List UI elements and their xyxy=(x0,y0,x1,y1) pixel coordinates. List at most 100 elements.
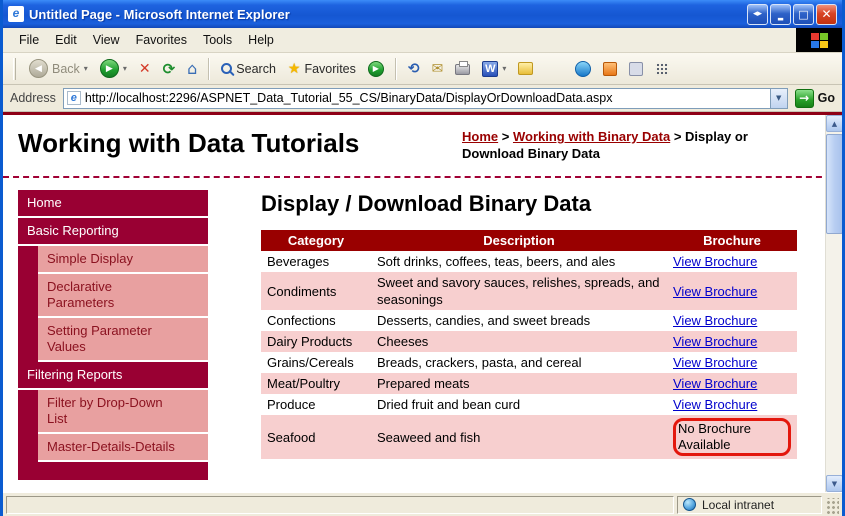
calculator-button[interactable] xyxy=(624,56,648,82)
go-icon: → xyxy=(795,89,814,108)
favorites-button[interactable]: ★ Favorites xyxy=(283,56,361,82)
menu-bar: File Edit View Favorites Tools Help xyxy=(3,28,842,53)
media-button[interactable]: ▶ xyxy=(363,56,389,82)
search-button[interactable]: Search xyxy=(216,56,281,82)
description-cell: Cheeses xyxy=(371,331,667,352)
category-cell: Condiments xyxy=(261,272,371,310)
close-button[interactable]: ✕ xyxy=(816,4,837,25)
brochure-table: Category Description Brochure Beverages … xyxy=(261,230,797,459)
history-icon: ⟲ xyxy=(408,61,420,77)
back-label: Back xyxy=(52,62,80,76)
print-button[interactable] xyxy=(450,56,475,82)
address-field: e ▼ xyxy=(63,88,788,109)
back-button[interactable]: ◀ Back ▾ xyxy=(24,56,93,82)
table-row: Confections Desserts, candies, and sweet… xyxy=(261,310,797,331)
refresh-button[interactable]: ⟳ xyxy=(158,56,181,82)
sidebar-item-master-details-details[interactable]: Master-Details-Details xyxy=(38,434,208,462)
view-brochure-link[interactable]: View Brochure xyxy=(673,376,757,391)
table-row: Beverages Soft drinks, coffees, teas, be… xyxy=(261,251,797,272)
category-cell: Seafood xyxy=(261,415,371,459)
discuss-button[interactable] xyxy=(513,56,538,82)
stop-button[interactable]: ✕ xyxy=(134,56,156,82)
no-brochure-annotation-highlight: No Brochure Available xyxy=(673,418,791,456)
minimize-button[interactable]: ▬ xyxy=(770,4,791,25)
sidebar-item-filter-by-dropdown-list[interactable]: Filter by Drop-Down List xyxy=(38,390,208,434)
forward-dropdown-icon: ▾ xyxy=(123,64,127,73)
site-header: Working with Data Tutorials Home > Worki… xyxy=(3,115,842,178)
search-label: Search xyxy=(236,62,276,76)
ie-page-icon: e xyxy=(8,6,24,22)
sidebar-item-simple-display[interactable]: Simple Display xyxy=(38,246,208,274)
mail-button[interactable]: ✉ xyxy=(427,56,449,82)
home-button[interactable]: ⌂ xyxy=(182,56,202,82)
menu-view[interactable]: View xyxy=(85,30,128,50)
page-title: Display / Download Binary Data xyxy=(261,191,809,217)
grid-icon xyxy=(655,62,669,76)
windows-logo-icon xyxy=(796,28,842,52)
sidebar-item-setting-parameter-values[interactable]: Setting Parameter Values xyxy=(38,318,208,362)
resize-grip[interactable] xyxy=(825,498,839,514)
view-brochure-link[interactable]: View Brochure xyxy=(673,313,757,328)
brochure-cell: View Brochure xyxy=(667,373,797,394)
menu-favorites[interactable]: Favorites xyxy=(128,30,195,50)
view-brochure-link[interactable]: View Brochure xyxy=(673,284,757,299)
vertical-scrollbar[interactable]: ▲ ▼ xyxy=(825,115,842,492)
breadcrumb-parent-link[interactable]: Working with Binary Data xyxy=(513,129,670,144)
description-cell: Prepared meats xyxy=(371,373,667,394)
brochure-cell: View Brochure xyxy=(667,394,797,415)
view-brochure-link[interactable]: View Brochure xyxy=(673,397,757,412)
breadcrumb-separator: > xyxy=(502,129,510,144)
sidebar-item-home[interactable]: Home xyxy=(18,190,208,218)
description-cell: Dried fruit and bean curd xyxy=(371,394,667,415)
go-button[interactable]: → Go xyxy=(795,89,835,108)
no-brochure-text: No Brochure Available xyxy=(678,421,751,452)
brochure-cell: View Brochure xyxy=(667,310,797,331)
window-controls: ◂▸ ▬ □ ✕ xyxy=(747,4,837,25)
discuss-icon xyxy=(518,62,533,75)
research-button[interactable] xyxy=(598,56,622,82)
category-cell: Meat/Poultry xyxy=(261,373,371,394)
menu-tools[interactable]: Tools xyxy=(195,30,240,50)
security-zone-panel: Local intranet xyxy=(677,496,822,514)
browser-window: e Untitled Page - Microsoft Internet Exp… xyxy=(0,0,845,516)
scroll-down-button[interactable]: ▼ xyxy=(826,475,842,492)
scroll-up-button[interactable]: ▲ xyxy=(826,115,842,132)
view-brochure-link[interactable]: View Brochure xyxy=(673,355,757,370)
brochure-cell: View Brochure xyxy=(667,251,797,272)
word-icon: W xyxy=(482,61,498,77)
menu-help[interactable]: Help xyxy=(240,30,282,50)
window-arrows-button[interactable]: ◂▸ xyxy=(747,4,768,25)
menu-edit[interactable]: Edit xyxy=(47,30,85,50)
go-label: Go xyxy=(818,91,835,105)
sidebar-item-declarative-parameters[interactable]: Declarative Parameters xyxy=(38,274,208,318)
table-row: Grains/Cereals Breads, crackers, pasta, … xyxy=(261,352,797,373)
standard-toolbar: ◀ Back ▾ ▶ ▾ ✕ ⟳ ⌂ Search ★ Favorites ▶ xyxy=(3,53,842,85)
address-dropdown-button[interactable]: ▼ xyxy=(770,89,787,108)
view-brochure-link[interactable]: View Brochure xyxy=(673,334,757,349)
browser-viewport: Working with Data Tutorials Home > Worki… xyxy=(3,115,842,492)
column-header-category: Category xyxy=(261,230,371,251)
view-brochure-link[interactable]: View Brochure xyxy=(673,254,757,269)
table-row: Condiments Sweet and savory sauces, reli… xyxy=(261,272,797,310)
history-button[interactable]: ⟲ xyxy=(403,56,425,82)
page-icon: e xyxy=(67,91,81,105)
address-input[interactable] xyxy=(85,90,766,107)
description-cell: Breads, crackers, pasta, and cereal xyxy=(371,352,667,373)
maximize-button[interactable]: □ xyxy=(793,4,814,25)
toolbar-grip[interactable] xyxy=(13,58,16,80)
breadcrumb: Home > Working with Binary Data > Displa… xyxy=(462,128,812,162)
snippet-grid-button[interactable] xyxy=(650,56,674,82)
category-cell: Grains/Cereals xyxy=(261,352,371,373)
forward-button[interactable]: ▶ ▾ xyxy=(95,56,132,82)
messenger-button[interactable] xyxy=(540,56,596,82)
menu-file[interactable]: File xyxy=(11,30,47,50)
sidebar-item-filtering-reports[interactable]: Filtering Reports xyxy=(18,362,208,390)
sidebar-item-basic-reporting[interactable]: Basic Reporting xyxy=(18,218,208,246)
scrollbar-thumb[interactable] xyxy=(826,134,842,234)
column-header-brochure: Brochure xyxy=(667,230,797,251)
description-cell: Sweet and savory sauces, relishes, sprea… xyxy=(371,272,667,310)
calculator-icon xyxy=(629,62,643,76)
breadcrumb-home-link[interactable]: Home xyxy=(462,129,498,144)
forward-icon: ▶ xyxy=(100,59,119,78)
edit-with-word-button[interactable]: W ▾ xyxy=(477,56,511,82)
